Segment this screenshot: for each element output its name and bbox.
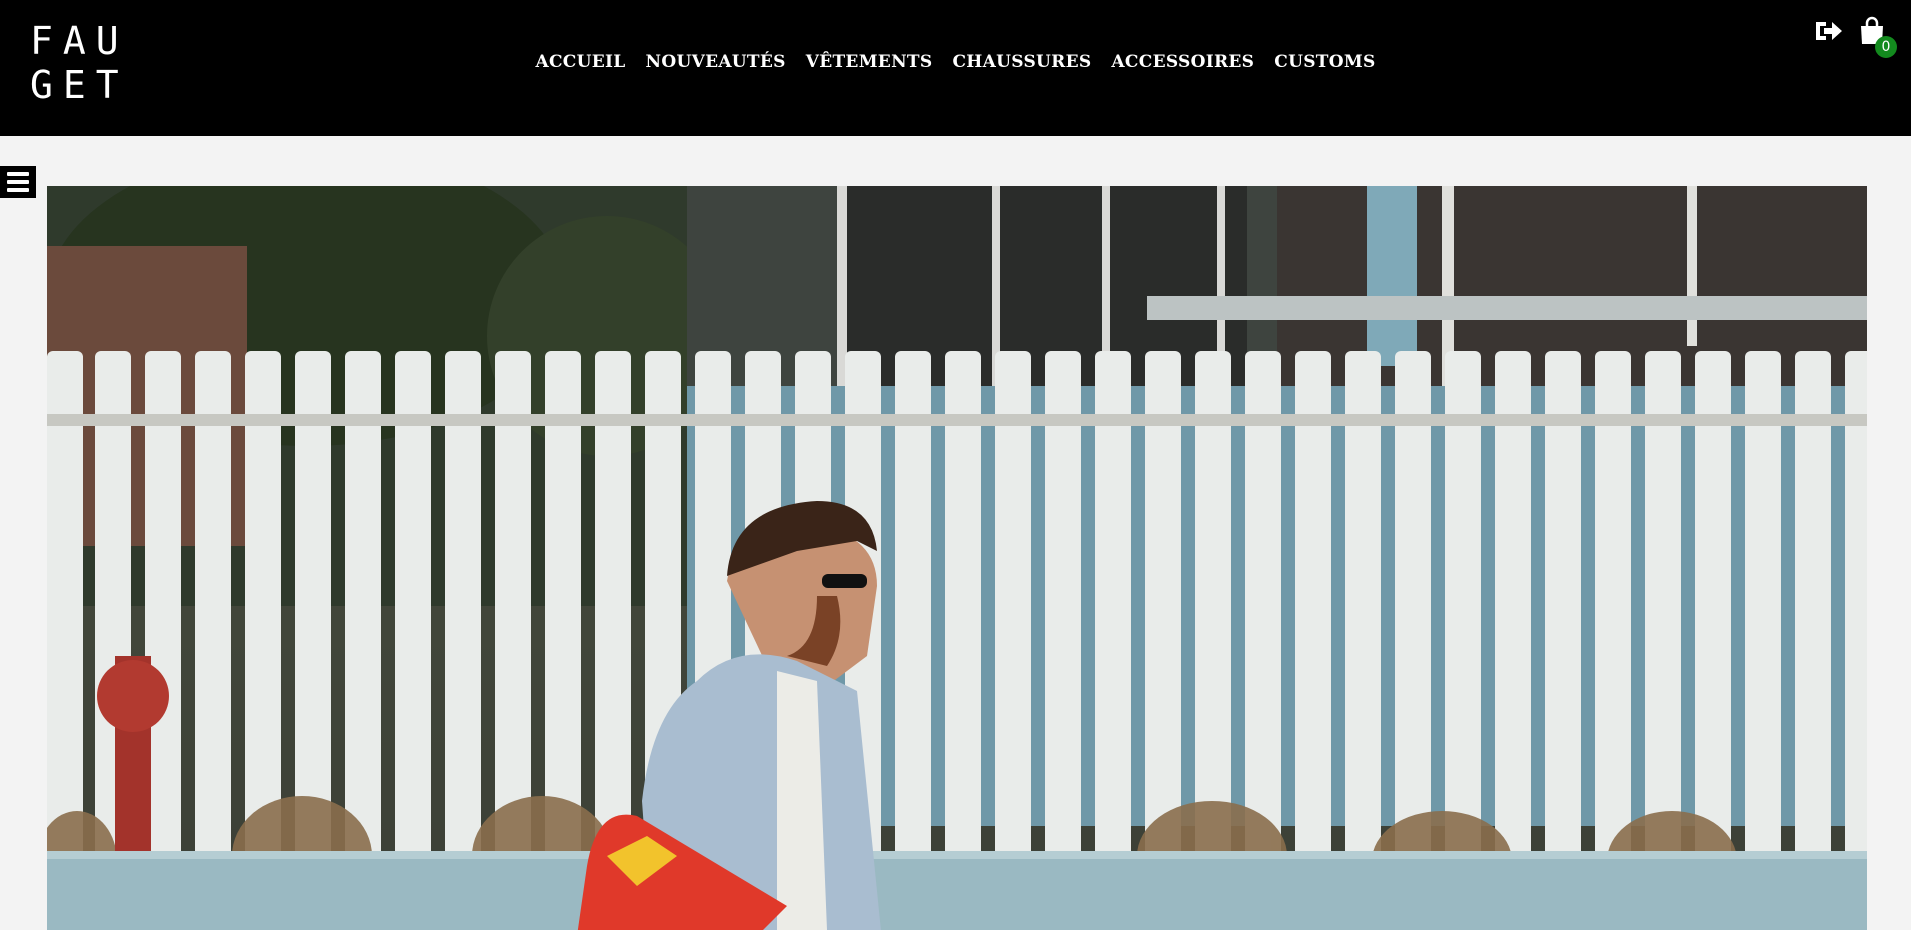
hamburger-menu-icon [7,172,29,176]
logout-button[interactable] [1813,16,1843,46]
nav-item-vetements[interactable]: VÊTEMENTS [796,52,943,72]
nav-item-customs[interactable]: CUSTOMS [1264,52,1385,72]
sign-out-icon [1816,22,1842,40]
main-navigation: ACCUEIL NOUVEAUTÉS VÊTEMENTS CHAUSSURES … [0,52,1911,72]
cart-count-badge: 0 [1875,36,1897,58]
site-header: FAU GET ACCUEIL NOUVEAUTÉS VÊTEMENTS CHA… [0,0,1911,136]
hamburger-line [7,188,29,192]
header-actions: 0 [1813,16,1897,58]
hero-banner [47,186,1867,930]
cart-button[interactable]: 0 [1857,16,1897,58]
nav-item-chaussures[interactable]: CHAUSSURES [942,52,1101,72]
nav-item-accessoires[interactable]: ACCESSOIRES [1101,52,1264,72]
sidebar-toggle-button[interactable] [0,166,36,198]
nav-item-accueil[interactable]: ACCUEIL [525,52,635,72]
hamburger-line [7,180,29,184]
hero-banner-image [47,186,1867,930]
nav-item-nouveautes[interactable]: NOUVEAUTÉS [636,52,796,72]
